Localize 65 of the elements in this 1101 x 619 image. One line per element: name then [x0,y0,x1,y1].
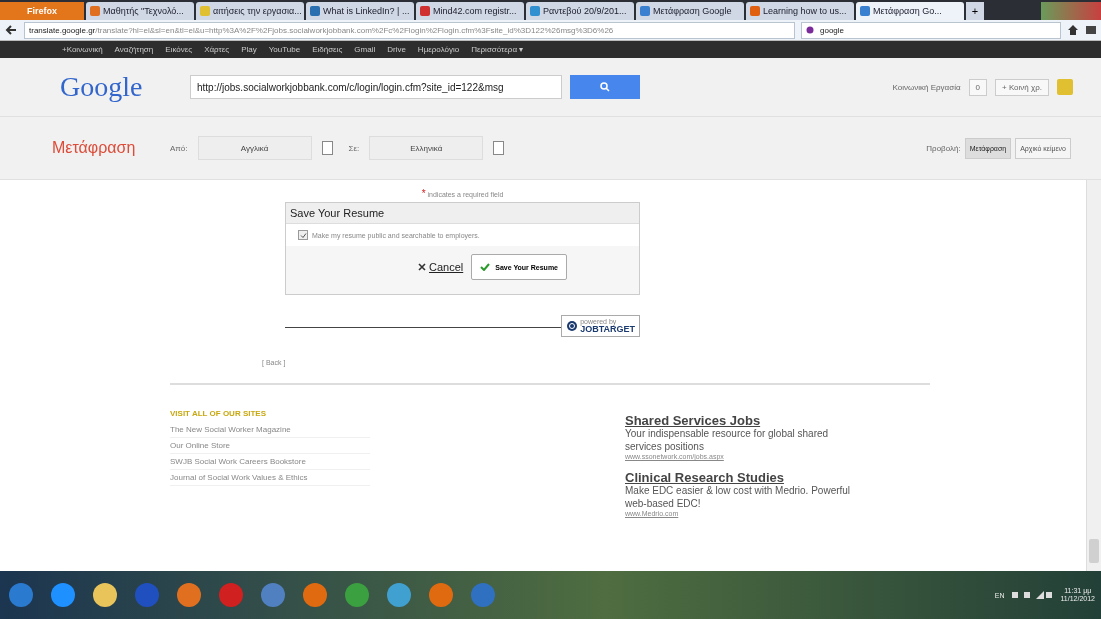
favicon-icon [640,6,650,16]
footer-link[interactable]: The New Social Worker Magazine [170,422,370,438]
source-language-select[interactable]: Αγγλικά [197,136,312,160]
ad-text: Make EDC easier & low cost with Medrio. Powerful web-based EDC! [625,485,852,510]
ad-text: Your indispensable resource for global shared services positions [625,428,830,453]
favicon-icon [750,6,760,16]
google-bar-link[interactable]: Χάρτες [204,45,230,54]
search-engine-icon[interactable] [806,26,816,34]
cancel-link[interactable]: Cancel [418,261,464,273]
checkmark-icon [480,263,491,271]
ad-title-link[interactable]: Shared Services Jobs [625,413,865,428]
favicon-icon [860,6,870,16]
browser-tab[interactable]: Ραντεβού 20/9/201... [526,2,634,20]
footer-link[interactable]: SWJB Social Work Careers Bookstore [170,454,370,470]
browser-tab[interactable]: Learning how to us... [746,2,854,20]
google-bar-link[interactable]: Gmail [354,45,376,54]
google-bar-link[interactable]: Drive [387,45,406,54]
back-arrow-icon[interactable] [4,23,18,37]
system-tray-icon[interactable] [1012,590,1053,600]
favicon-icon [90,6,100,16]
google-bar-link[interactable]: YouTube [268,45,301,54]
footer-link[interactable]: Journal of Social Work Values & Ethics [170,470,370,486]
footer-heading: VISIT ALL OF OUR SITES [170,409,267,418]
notification-count[interactable]: 0 [968,78,987,96]
target-language-select[interactable]: Ελληνικά [369,136,484,160]
checkbox[interactable] [298,230,308,240]
favicon-icon [200,6,210,16]
google-bar-link[interactable]: +Κοινωνική [62,45,103,54]
new-tab-button[interactable]: + [966,2,984,20]
user-name[interactable]: Κοινωνική Εργασία [892,82,961,92]
google-bar-link[interactable]: Ημερολόγιο [417,45,460,54]
browser-search-field[interactable]: google [801,21,1061,39]
browser-tab[interactable]: Μαθητής "Τεχνολό... [86,2,194,20]
browser-tab[interactable]: Μετάφραση Google [636,2,744,20]
browser-tab[interactable]: What is LinkedIn? | ... [306,2,414,20]
footer-link[interactable]: Our Online Store [170,438,370,454]
browser-tab[interactable]: Mind42.com registr... [416,2,524,20]
favicon-icon [530,6,540,16]
bookmarks-icon[interactable] [1085,24,1097,36]
dropdown-icon[interactable] [321,141,333,155]
home-icon[interactable] [1067,24,1079,36]
search-icon [600,82,610,92]
dropdown-icon[interactable] [493,141,505,155]
favicon-icon [310,6,320,16]
panel-title: Save Your Resume [286,203,639,224]
view-label: Προβολή: [926,143,961,153]
browser-tab[interactable]: αιτήσεις την εργασια... [196,2,304,20]
google-bar-link[interactable]: Αναζήτηση [114,45,154,54]
favicon-icon [420,6,430,16]
close-icon [418,263,426,271]
search-button[interactable] [570,75,640,99]
google-bar-link[interactable]: Play [241,45,257,54]
google-bar-link[interactable]: Περισσότερα ▾ [471,45,524,54]
ad-title-link[interactable]: Clinical Research Studies [625,470,865,485]
browser-tab[interactable]: Μετάφραση Go... [856,2,964,20]
to-label: Σε: [348,143,360,153]
google-logo[interactable]: Google [60,71,190,103]
translate-title: Μετάφραση [52,139,137,157]
share-button[interactable]: + Κοινή χρ. [995,78,1049,96]
google-bar-link[interactable]: Εικόνες [165,45,193,54]
google-bar-link[interactable]: Ειδήσεις [312,45,343,54]
scrollbar[interactable] [1086,180,1101,571]
address-bar[interactable]: translate.google.gr/translate?hl=el&sl=en&tl=el&u=http%3A%2F%2Fjobs.socialworkjobbank.com%2Fc%2Flogin%2Flogin.cfm%3Fsite_id%3D122%26msg%3D6%26 [24,21,795,39]
from-label: Από: [170,143,188,153]
url-input-field[interactable]: http://jobs.socialworkjobbank.com/c/login/login.cfm?site_id=122&msg [190,75,562,99]
